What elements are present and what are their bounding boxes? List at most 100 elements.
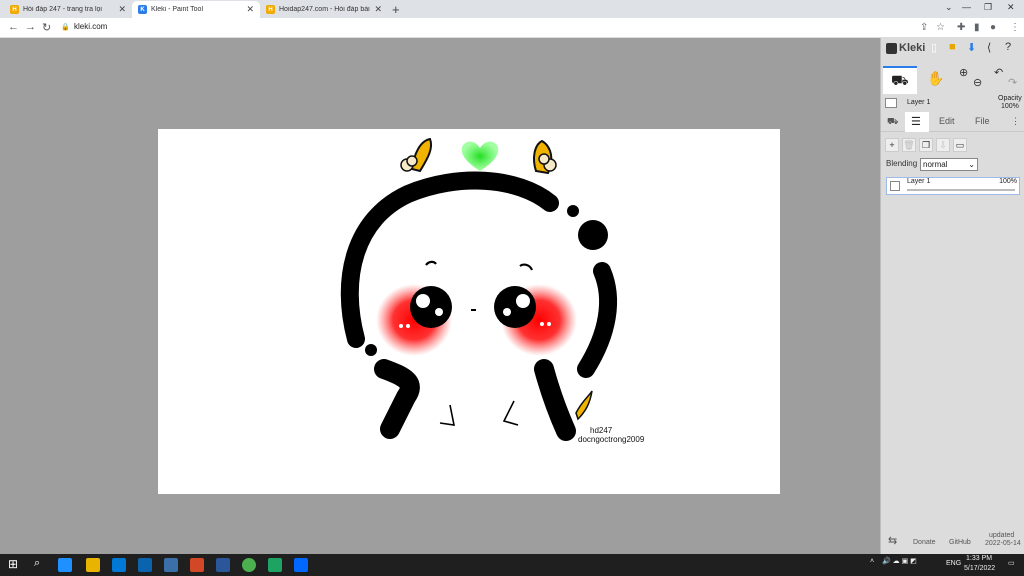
restore-icon[interactable]: ❐ [984,2,992,13]
zoom-out-icon[interactable]: ⊖ [973,76,982,89]
new-image-icon[interactable]: ▯ [931,41,937,54]
tab-hoidap-2[interactable]: H Hoidap247.com - Hỏi đáp bài tập ✕ [260,1,388,18]
current-layer-bar: Layer 1 Opacity 100% [881,95,1024,112]
hoidap-favicon: H [10,5,19,14]
lock-icon: 🔒 [61,24,70,31]
camera-icon[interactable] [164,558,178,572]
swap-icon[interactable]: ⇆ [888,534,897,547]
updated-date: 2022-05-14 [985,540,1021,547]
hand-tool-icon[interactable]: ✋ [927,70,944,87]
merge-layer-icon[interactable]: ⇩ [936,138,950,152]
signature-line-1: hd247 [590,426,613,435]
notification-icon[interactable]: ▭ [1008,559,1015,567]
tab-layers[interactable]: ☰ [905,112,929,132]
delete-layer-icon[interactable]: 🗑 [902,138,916,152]
word-icon[interactable] [216,558,230,572]
save-icon[interactable]: ■ [949,41,956,53]
right-eye [494,286,536,328]
close-icon[interactable]: ✕ [246,4,254,15]
layer-mini-name: Layer 1 [907,99,931,106]
opacity-value: 100% [1001,103,1019,110]
opacity-label: Opacity [998,95,1022,102]
tab-file[interactable]: File [975,116,990,126]
windows-start-icon[interactable]: ⊞ [8,557,18,571]
store-icon[interactable] [112,558,126,572]
tab-title: Hỏi đáp 247 - trang tra lọi [23,6,102,13]
panel-footer: ⇆ Donate GitHub updated 2022-05-14 [881,530,1024,554]
sidepanel-icon[interactable]: ▮ [974,22,980,33]
drawing-canvas[interactable]: hd247 docngoctrong2009 [158,129,780,494]
add-layer-icon[interactable]: + [885,138,899,152]
github-link[interactable]: GitHub [949,539,971,546]
panel-tabs: ⛟ ☰ Edit File ⋮ [881,112,1024,132]
kleki-side-panel: Kleki ▯ ■ ⬇ ⟨ ? ⛟ ✋ ⊕ ⊖ ↶ ↷ Layer 1 Opac… [880,38,1024,554]
undo-icon[interactable]: ↶ [994,66,1003,79]
chevron-up-icon[interactable]: ˄ [870,558,874,565]
blending-label: Blending [886,159,918,168]
bookmark-star-icon[interactable]: ☆ [936,22,945,33]
close-icon[interactable]: ✕ [374,4,382,15]
app-icon[interactable] [268,558,282,572]
fill-tool[interactable]: ⛟ [883,66,917,94]
close-icon[interactable]: ✕ [118,4,126,15]
language-indicator[interactable]: ENG [946,560,961,567]
tab-edit[interactable]: Edit [939,116,955,126]
layer-item[interactable]: Layer 1 100% [886,177,1020,195]
layer-opacity: 100% [999,178,1017,185]
layers-icon: ☰ [911,116,921,128]
menu-kebab-icon[interactable]: ⋮ [1010,22,1020,33]
extensions-icon[interactable]: ✚ [957,22,965,33]
mail-icon[interactable] [138,558,152,572]
address-bar: ← → ↻ 🔒 kleki.com ⇪ ☆ ✚ ▮ ● ⋮ [0,18,1024,38]
tray-icons[interactable]: 🔊 ☁ ▣ ◩ [882,557,917,565]
download-icon[interactable]: ⬇ [967,41,976,54]
url-field[interactable]: kleki.com [74,22,107,31]
canvas-workspace[interactable]: hd247 docngoctrong2009 [0,38,880,554]
zalo-icon[interactable] [294,558,308,572]
tab-hoidap-1[interactable]: H Hỏi đáp 247 - trang tra lọi ✕ [4,1,132,18]
left-horn [400,137,432,173]
rename-layer-icon[interactable]: ▭ [953,138,967,152]
app-name: Kleki [899,42,926,54]
blending-select[interactable]: normal ⌄ [920,158,978,171]
tab-title: Kleki - Paint Tool [151,6,204,13]
green-heart [461,141,499,171]
minimize-icon[interactable]: — [962,2,971,12]
back-icon[interactable]: ← [8,21,19,33]
new-tab-icon[interactable]: + [392,2,400,17]
window-close-icon[interactable]: ✕ [1007,2,1015,13]
tab-tools-icon[interactable]: ⛟ [887,116,898,128]
paint-bucket-icon: ⛟ [891,72,909,88]
share-icon[interactable]: ⟨ [987,41,991,54]
zoom-in-icon[interactable]: ⊕ [959,66,968,79]
search-icon[interactable]: ⌕ [34,557,40,570]
chrome-icon[interactable] [242,558,256,572]
profile-avatar-icon[interactable]: ● [990,22,996,33]
signature-line-2: docngoctrong2009 [578,435,645,444]
layer-thumbnail [885,98,897,108]
chevron-down-icon: ⌄ [968,160,975,169]
more-icon[interactable]: ⋮ [1011,116,1020,127]
kleki-logo-icon [886,42,897,54]
duplicate-layer-icon[interactable]: ❐ [919,138,933,152]
file-explorer-icon[interactable] [86,558,100,572]
reload-icon[interactable]: ↻ [42,21,51,34]
browser-tab-bar: H Hỏi đáp 247 - trang tra lọi ✕ K Kleki … [0,0,1024,18]
clock-date[interactable]: 5/17/2022 [964,565,995,572]
layer-opacity-slider[interactable] [907,189,1015,191]
help-icon[interactable]: ? [1005,41,1011,53]
chevron-down-icon[interactable]: ⌄ [945,2,953,13]
windows-taskbar: ⊞ ⌕ ˄ 🔊 ☁ ▣ ◩ ENG 1:33 PM 5/17/2022 ▭ [0,554,1024,576]
donate-link[interactable]: Donate [913,539,936,546]
redo-icon[interactable]: ↷ [1008,76,1017,89]
clock-time[interactable]: 1:33 PM [966,555,992,562]
left-arm [374,359,420,439]
updated-label: updated [989,532,1015,539]
edge-icon[interactable] [58,558,72,572]
powerpoint-icon[interactable] [190,558,204,572]
layer-name: Layer 1 [907,178,931,185]
share-icon[interactable]: ⇪ [920,22,928,33]
tab-kleki[interactable]: K Kleki - Paint Tool ✕ [132,1,260,18]
forward-icon[interactable]: → [25,21,36,33]
blending-value: normal [923,160,948,169]
